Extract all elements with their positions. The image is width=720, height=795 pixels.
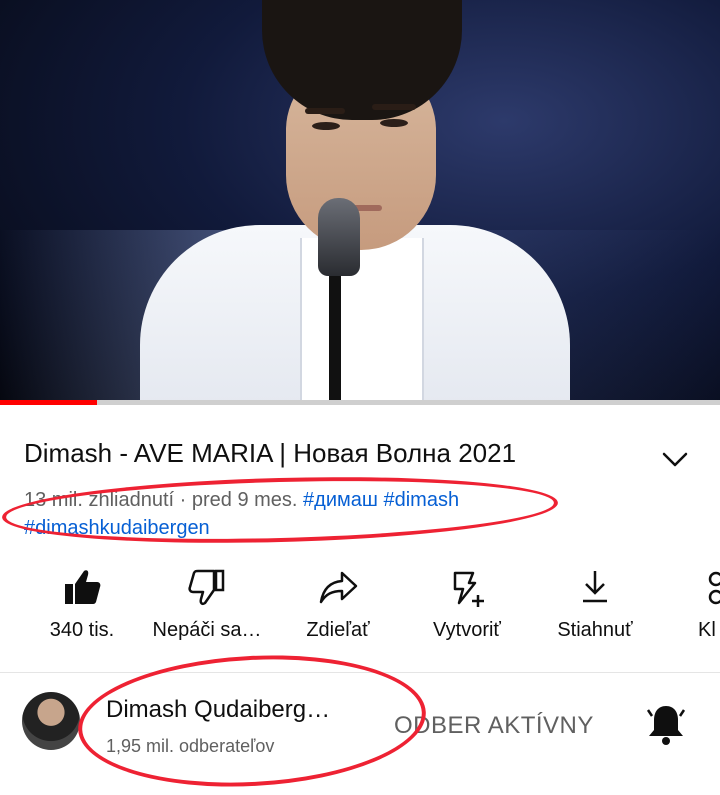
dislike-button[interactable]: Nepáči sa… [142, 565, 272, 655]
share-icon [319, 571, 358, 604]
eye [312, 122, 340, 130]
expand-description-button[interactable] [658, 442, 692, 476]
annotation-circle [74, 646, 430, 795]
avatar[interactable] [22, 692, 80, 750]
progress-fill[interactable] [0, 400, 98, 405]
clip-label: Kl [698, 619, 716, 641]
share-label: Zdieľať [306, 619, 370, 641]
like-button[interactable]: 340 tis. [17, 565, 147, 655]
brow [372, 104, 416, 110]
create-button[interactable]: Vytvoriť [402, 565, 532, 655]
download-icon [583, 571, 607, 603]
dislike-label: Nepáči sa… [152, 619, 262, 641]
thumb-up-icon [65, 570, 101, 604]
download-label: Stiahnuť [557, 619, 633, 641]
brow [305, 108, 345, 114]
action-bar: 340 tis. Nepáči sa… Zdieľať Vytvoriť Sti… [0, 565, 720, 655]
share-button[interactable]: Zdieľať [273, 565, 403, 655]
like-count: 340 tis. [49, 619, 115, 641]
create-label: Vytvoriť [433, 619, 501, 641]
clip-icon [708, 571, 720, 605]
video-player[interactable] [0, 0, 720, 404]
thumb-down-icon [188, 569, 225, 606]
notification-bell-button[interactable] [644, 700, 688, 748]
bell-icon [646, 706, 686, 745]
eye [380, 119, 408, 127]
progress-track[interactable] [0, 400, 720, 405]
clip-button[interactable]: Kl [654, 565, 720, 655]
video-title[interactable]: Dimash - AVE MARIA | Новая Волна 2021 [24, 436, 644, 470]
chevron-down-icon [662, 452, 688, 467]
microphone [318, 198, 360, 276]
download-button[interactable]: Stiahnuť [530, 565, 660, 655]
create-icon [453, 571, 484, 607]
